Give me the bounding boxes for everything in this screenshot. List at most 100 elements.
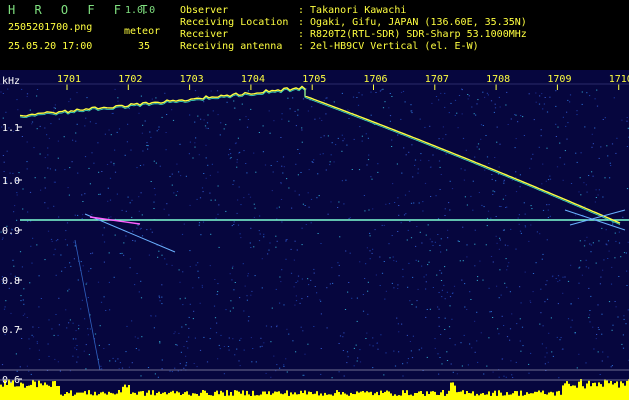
noise-speck xyxy=(98,171,100,173)
noise-speck xyxy=(93,162,95,164)
noise-speck xyxy=(151,98,153,100)
noise-speck xyxy=(444,329,446,330)
noise-speck xyxy=(403,147,405,149)
noise-speck xyxy=(569,94,572,96)
noise-speck xyxy=(473,113,475,115)
level-bar xyxy=(570,386,572,400)
noise-speck xyxy=(223,128,225,130)
noise-speck xyxy=(368,154,370,156)
level-bar xyxy=(322,395,324,400)
noise-speck xyxy=(76,345,78,346)
freq-tick-label: 0.6 xyxy=(2,375,20,386)
noise-speck xyxy=(166,114,168,115)
noise-speck xyxy=(364,210,366,212)
noise-speck xyxy=(176,163,178,165)
noise-speck xyxy=(434,241,436,243)
noise-speck xyxy=(15,353,17,355)
noise-speck xyxy=(503,179,505,181)
noise-speck xyxy=(444,92,446,94)
noise-speck xyxy=(557,275,560,277)
noise-speck xyxy=(302,330,304,332)
noise-speck xyxy=(562,179,564,181)
noise-speck xyxy=(297,114,299,116)
noise-speck xyxy=(297,280,299,282)
noise-speck xyxy=(47,167,49,169)
level-bar xyxy=(602,386,604,400)
noise-speck xyxy=(588,175,590,176)
noise-speck xyxy=(528,363,530,365)
noise-speck xyxy=(57,334,59,336)
noise-speck xyxy=(616,137,618,139)
noise-speck xyxy=(555,136,557,137)
level-bar xyxy=(100,392,102,400)
noise-speck xyxy=(546,352,548,354)
noise-speck xyxy=(396,317,398,319)
noise-speck xyxy=(313,159,315,161)
noise-speck xyxy=(584,205,586,207)
noise-speck xyxy=(492,317,494,318)
noise-speck xyxy=(239,365,241,367)
noise-speck xyxy=(464,169,466,171)
noise-speck xyxy=(159,165,161,167)
noise-speck xyxy=(557,281,559,283)
noise-speck xyxy=(411,110,413,112)
time-tick-label: 1704 xyxy=(241,74,265,85)
time-tick-label: 1702 xyxy=(118,74,142,85)
noise-speck xyxy=(82,214,84,216)
noise-speck xyxy=(539,233,541,235)
noise-speck xyxy=(337,137,339,139)
noise-speck xyxy=(85,368,87,370)
noise-speck xyxy=(343,138,345,140)
level-bar xyxy=(486,394,488,400)
level-bar xyxy=(496,395,498,400)
noise-speck xyxy=(53,334,55,336)
noise-speck xyxy=(499,269,501,271)
noise-speck xyxy=(556,336,558,338)
noise-speck xyxy=(150,228,152,230)
noise-speck xyxy=(442,138,444,140)
level-bar xyxy=(582,386,584,400)
noise-speck xyxy=(540,288,542,290)
noise-speck xyxy=(292,97,294,99)
noise-speck xyxy=(400,118,402,120)
noise-speck xyxy=(592,175,594,177)
noise-speck xyxy=(258,240,261,242)
level-bar xyxy=(598,382,600,400)
noise-speck xyxy=(418,349,420,351)
noise-speck xyxy=(47,154,49,156)
noise-speck xyxy=(524,213,526,215)
noise-speck xyxy=(377,163,379,165)
noise-speck xyxy=(499,143,501,145)
noise-speck xyxy=(510,228,512,230)
level-bar xyxy=(510,394,512,400)
level-bar xyxy=(20,382,22,400)
noise-speck xyxy=(380,89,383,91)
level-bar xyxy=(464,394,466,400)
noise-speck xyxy=(65,230,67,232)
noise-speck xyxy=(243,310,245,312)
noise-speck xyxy=(446,249,448,251)
noise-speck xyxy=(530,205,532,207)
info-key-observer: Observer xyxy=(180,5,229,16)
noise-speck xyxy=(275,288,277,290)
noise-speck xyxy=(393,260,395,262)
noise-speck xyxy=(470,299,472,300)
noise-speck xyxy=(169,370,171,372)
noise-speck xyxy=(444,266,446,268)
level-bar xyxy=(374,393,376,400)
noise-speck xyxy=(546,147,548,149)
noise-speck xyxy=(76,92,78,94)
noise-speck xyxy=(111,113,113,114)
noise-speck xyxy=(564,150,566,152)
noise-speck xyxy=(347,356,349,358)
noise-speck xyxy=(179,281,181,283)
noise-speck xyxy=(320,300,322,302)
level-bar xyxy=(516,391,518,400)
noise-speck xyxy=(281,269,283,271)
level-bar xyxy=(304,390,306,400)
noise-speck xyxy=(171,109,173,111)
level-bar xyxy=(96,395,98,400)
noise-speck xyxy=(106,164,109,165)
noise-speck xyxy=(451,188,454,190)
level-bar xyxy=(50,386,52,400)
